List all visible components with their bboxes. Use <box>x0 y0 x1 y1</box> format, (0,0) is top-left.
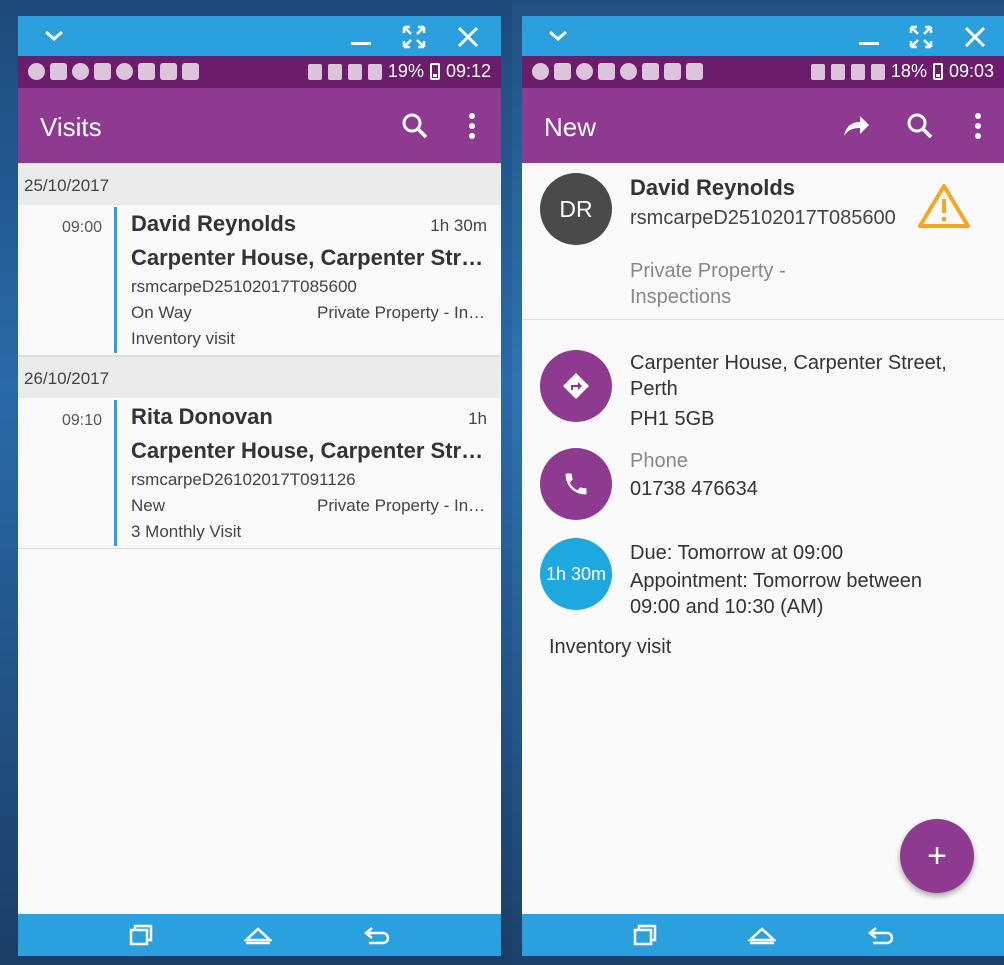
app-bar: Visits <box>18 88 501 163</box>
visit-status: On Way <box>131 303 192 322</box>
signal-icon <box>870 63 885 80</box>
warning-icon[interactable] <box>918 183 970 229</box>
navigation-bar <box>18 914 501 956</box>
status-bar-indicator <box>114 400 117 546</box>
phone-number: 01738 476634 <box>630 478 758 500</box>
emulator-window-visit-detail: 18% 09:03 New DR David Reynolds rsmcarpe… <box>522 16 1004 956</box>
visit-ref: rsmcarpeD25102017T085600 <box>131 277 357 296</box>
visits-list: 25/10/2017 09:00 David Reynolds 1h 30m C… <box>18 163 501 549</box>
contact-header: DR David Reynolds rsmcarpeD25102017T0856… <box>522 163 1004 320</box>
bluetooth-icon <box>307 63 322 80</box>
search-icon[interactable] <box>401 112 429 140</box>
battery-icon <box>429 63 440 80</box>
battery-percent: 18% <box>890 61 927 81</box>
address-line1: Carpenter House, Carpenter Street, Perth <box>630 352 947 400</box>
close-icon[interactable] <box>455 24 481 50</box>
duration-badge: 1h 30m <box>540 538 612 610</box>
add-button[interactable]: + <box>900 819 974 893</box>
minimize-icon[interactable] <box>348 24 374 50</box>
chevron-down-icon[interactable] <box>42 24 66 48</box>
visit-property: Private Property - Inspections <box>317 496 487 515</box>
more-vert-icon[interactable] <box>964 112 992 140</box>
notification-icons <box>532 63 703 80</box>
wifi-icon <box>850 63 865 80</box>
fullscreen-icon[interactable] <box>401 24 427 50</box>
notification-icons <box>28 63 199 80</box>
visit-name: David Reynolds <box>131 211 297 236</box>
due-text: Due: Tomorrow at 09:00 <box>630 542 844 564</box>
phone-icon <box>565 473 587 495</box>
chevron-down-icon[interactable] <box>546 24 570 48</box>
fullscreen-icon[interactable] <box>908 24 934 50</box>
close-icon[interactable] <box>962 24 988 50</box>
emulator-window-visits: 19% 09:12 Visits 25/10/2017 09:00 David … <box>18 16 501 956</box>
visit-duration: 1h 30m <box>430 216 487 235</box>
visit-name: Rita Donovan <box>131 404 273 429</box>
visit-duration: 1h <box>468 409 487 428</box>
system-status: 19% 09:12 <box>307 61 491 82</box>
home-icon[interactable] <box>244 922 272 948</box>
visit-property: Private Property - Inspections <box>317 303 487 322</box>
page-title: New <box>544 112 597 142</box>
visit-status: New <box>131 496 166 515</box>
visit-ref: rsmcarpeD26102017T091126 <box>131 470 356 489</box>
visit-time: 09:10 <box>62 412 103 429</box>
mute-icon <box>830 63 845 80</box>
visit-address: Carpenter House, Carpenter Street, Perth <box>131 245 487 270</box>
minimize-icon[interactable] <box>856 24 882 50</box>
visit-ref: rsmcarpeD25102017T085600 <box>630 207 896 229</box>
clock: 09:03 <box>948 61 994 81</box>
directions-icon <box>563 373 589 399</box>
battery-icon <box>932 63 943 80</box>
search-icon[interactable] <box>906 112 934 140</box>
call-button[interactable] <box>540 448 612 520</box>
recent-apps-icon[interactable] <box>632 922 660 948</box>
visit-note: 3 Monthly Visit <box>131 522 242 541</box>
visit-note: Inventory visit <box>549 636 672 658</box>
visit-row[interactable]: 09:00 David Reynolds 1h 30m Carpenter Ho… <box>18 205 501 356</box>
app-bar: New <box>522 88 1004 163</box>
signal-icon <box>367 63 382 80</box>
share-icon[interactable] <box>842 112 870 140</box>
back-icon[interactable] <box>363 922 391 948</box>
page-title: Visits <box>40 112 102 142</box>
directions-button[interactable] <box>540 350 612 422</box>
system-status: 18% 09:03 <box>810 61 994 82</box>
window-title-bar <box>522 16 1004 56</box>
home-icon[interactable] <box>748 922 776 948</box>
battery-percent: 19% <box>387 61 424 81</box>
property-type: Private Property - Inspections <box>630 260 786 308</box>
contact-name: David Reynolds <box>630 175 796 200</box>
address-postcode: PH1 5GB <box>630 408 715 430</box>
status-bar: 19% 09:12 <box>18 56 501 88</box>
visit-time: 09:00 <box>62 219 103 236</box>
bluetooth-icon <box>810 63 825 80</box>
date-header: 25/10/2017 <box>18 163 501 205</box>
window-title-bar <box>18 16 501 56</box>
status-bar-indicator <box>114 207 117 353</box>
more-vert-icon[interactable] <box>458 112 486 140</box>
navigation-bar <box>522 914 1004 956</box>
visit-address: Carpenter House, Carpenter Street, Perth <box>131 438 487 463</box>
avatar: DR <box>540 173 612 245</box>
date-header: 26/10/2017 <box>18 356 501 398</box>
recent-apps-icon[interactable] <box>128 922 156 948</box>
appointment-text: Appointment: Tomorrow between 09:00 and … <box>630 570 923 618</box>
visit-row[interactable]: 09:10 Rita Donovan 1h Carpenter House, C… <box>18 398 501 549</box>
phone-label: Phone <box>630 450 688 472</box>
mute-icon <box>327 63 342 80</box>
wifi-icon <box>347 63 362 80</box>
status-bar: 18% 09:03 <box>522 56 1004 88</box>
clock: 09:12 <box>445 61 491 81</box>
visit-note: Inventory visit <box>131 329 235 348</box>
back-icon[interactable] <box>867 922 895 948</box>
